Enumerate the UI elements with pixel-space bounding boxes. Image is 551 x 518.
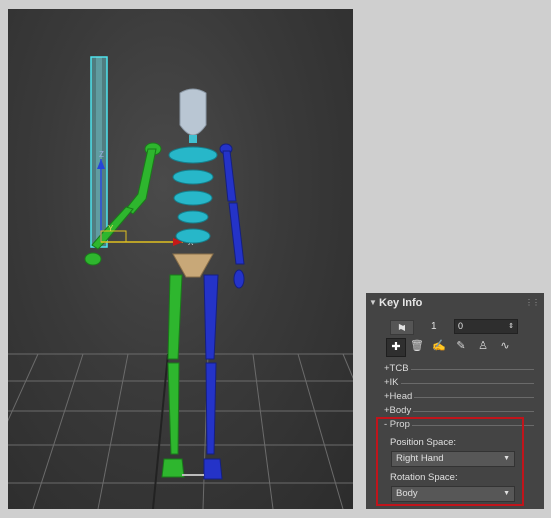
collapse-arrow-icon: ▼	[369, 298, 377, 307]
spinner-arrows-icon[interactable]: ⇕	[508, 320, 514, 333]
curve-icon: ∿	[500, 340, 510, 352]
head-label: +Head	[384, 391, 415, 402]
blue-arm	[219, 143, 245, 289]
curve-button[interactable]: ∿	[496, 338, 514, 355]
set-sliding-key-button[interactable]: ✎	[452, 338, 470, 355]
head-section[interactable]: +Head	[384, 391, 534, 403]
body-label: +Body	[384, 405, 414, 416]
next-key-icon: ▶	[398, 322, 406, 331]
rollout-title: Key Info	[379, 297, 423, 309]
gizmo-y-label: Y	[108, 224, 114, 233]
3d-viewport[interactable]: Z Y X	[8, 9, 353, 509]
grid-axis	[152, 353, 169, 509]
biped-head	[179, 88, 207, 136]
tcb-label: +TCB	[384, 363, 411, 374]
key-info-rollout-header[interactable]: ▼ Key Info ⋮⋮	[366, 293, 544, 313]
delete-key-icon: 🗑	[410, 340, 424, 352]
key-number: 1	[431, 321, 437, 332]
biped-pelvis	[172, 253, 214, 278]
delete-key-button[interactable]: 🗑	[408, 338, 426, 355]
blue-leg	[203, 274, 223, 480]
ik-label: +IK	[384, 377, 401, 388]
grip-icon: ⋮⋮	[525, 298, 540, 307]
highlight-frame	[376, 417, 524, 506]
key-time-value: 0	[458, 321, 464, 331]
gizmo-z-label: Z	[99, 150, 104, 159]
set-key-button[interactable]: ✚	[386, 338, 406, 357]
next-key-button[interactable]: ▶	[396, 320, 408, 333]
key-time-spinner[interactable]: 0 ⇕	[454, 319, 518, 334]
grid-floor	[8, 353, 353, 509]
tcb-section[interactable]: +TCB	[384, 363, 534, 375]
set-free-key-icon: ♙	[478, 340, 488, 352]
set-key-icon: ✚	[391, 341, 401, 353]
set-planted-key-button[interactable]: ✍	[430, 338, 448, 355]
scene: Z Y X	[8, 56, 353, 509]
body-section[interactable]: +Body	[384, 405, 534, 417]
biped-spine	[168, 146, 218, 244]
set-free-key-button[interactable]: ♙	[474, 338, 492, 355]
ik-section[interactable]: +IK	[384, 377, 534, 389]
set-sliding-key-icon: ✎	[456, 340, 466, 352]
set-planted-key-icon: ✍	[432, 340, 446, 352]
